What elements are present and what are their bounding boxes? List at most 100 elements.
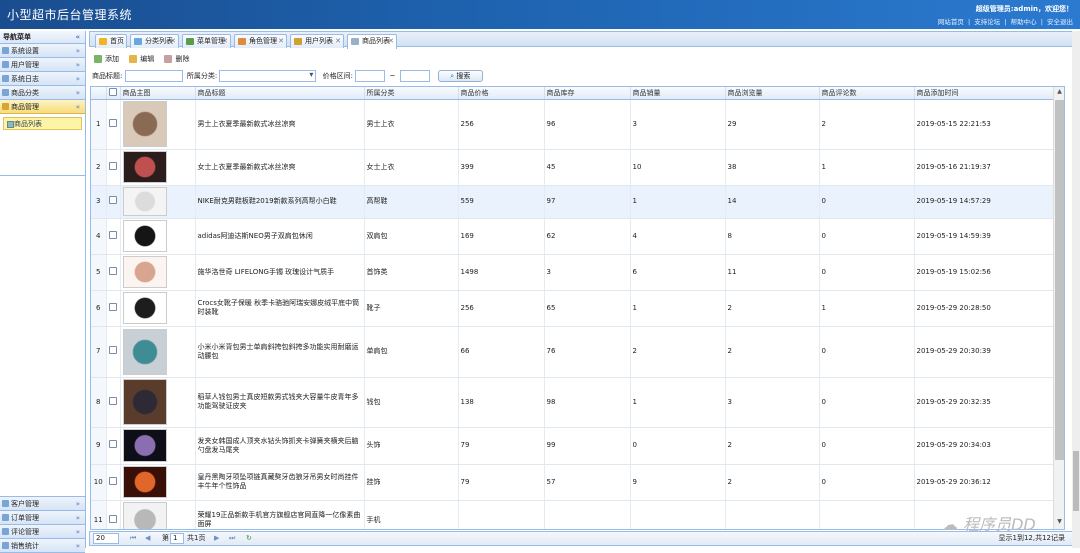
submenu-item-product-list[interactable]: 商品列表 [3, 117, 82, 130]
scroll-down-icon[interactable]: ▼ [1054, 518, 1064, 528]
product-thumbnail [122, 502, 167, 529]
last-page-icon[interactable]: ⏭ [229, 532, 235, 545]
close-icon[interactable]: ✕ [170, 35, 176, 48]
prev-page-icon[interactable]: ◀ [145, 532, 150, 545]
scroll-up-icon[interactable]: ▲ [1054, 88, 1064, 98]
table-row[interactable]: 7 小米小米背包男士单肩斜挎包斜挎多功能实用耐磨运动腰包 单肩包 66 76 2 2 0 201… [91, 326, 1055, 378]
table-row[interactable]: 6 Crocs女靴子保暖 秋季卡骆驰阿瑞安娜皮绒平底中筒时装靴 靴子 256 65 1 2 1… [91, 290, 1055, 327]
sidebar-item-sales-statistics[interactable]: 销售统计 » [0, 539, 85, 553]
row-checkbox[interactable] [109, 346, 117, 354]
page-number-input[interactable]: 1 [170, 533, 184, 544]
row-checkbox[interactable] [109, 440, 117, 448]
sidebar-item-customer-management[interactable]: 客户管理 » [0, 497, 85, 511]
table-row[interactable]: 3 NIKE耐克男鞋板鞋2019新款系列高帮小白鞋 高帮鞋 559 97 1 14 0 2019… [91, 185, 1055, 219]
refresh-icon[interactable]: ↻ [246, 532, 252, 545]
table-row[interactable]: 4 adidas阿迪达斯NEO男子双肩包休闲 双肩包 169 62 4 8 0 2019-05-… [91, 218, 1055, 255]
close-icon[interactable]: ✕ [335, 35, 341, 48]
row-checkbox[interactable] [109, 302, 117, 311]
row-checkbox[interactable] [109, 514, 117, 523]
header-views[interactable]: 商品浏览量 [725, 87, 820, 100]
row-checkbox-cell[interactable] [106, 290, 121, 327]
header-price[interactable]: 商品价格 [458, 87, 545, 100]
scrollbar-thumb[interactable] [1055, 100, 1064, 460]
delete-button[interactable]: 删除 [164, 53, 189, 65]
title-filter-input[interactable] [124, 70, 183, 82]
row-checkbox[interactable] [109, 230, 117, 239]
search-button[interactable]: ⌕ 搜索 [437, 70, 483, 82]
row-checkbox-cell[interactable] [106, 464, 121, 501]
next-page-icon[interactable]: ▶ [214, 532, 219, 545]
close-icon[interactable]: ✕ [388, 35, 394, 48]
row-checkbox[interactable] [109, 118, 117, 127]
close-icon[interactable]: ✕ [222, 35, 228, 48]
header-added-time[interactable]: 商品添加时间 [914, 87, 1055, 100]
row-checkbox-cell[interactable] [106, 149, 121, 186]
sidebar-item-product-category[interactable]: 商品分类 » [0, 86, 85, 100]
cell-title: 荣耀19正品新款手机官方旗舰店官网直降一亿像素曲面屏 [195, 500, 365, 529]
sidebar-item-product-management[interactable]: 商品管理 « [0, 100, 85, 114]
table-row[interactable]: 9 发夹女韩国成人顶夹水钻头饰抓夹卡弹簧夹横夹后脑勺盘发马尾夹 头饰 79 99 0 2 0 2… [91, 427, 1055, 465]
page-scrollbar-thumb[interactable] [1073, 451, 1079, 511]
sidebar-item-system-log[interactable]: 系统日志 » [0, 72, 85, 86]
sidebar-item-order-management[interactable]: 订单管理 » [0, 511, 85, 525]
sidebar-item-user-management[interactable]: 用户管理 » [0, 58, 85, 72]
home-link[interactable]: 网站首页 [938, 18, 964, 26]
table-row[interactable]: 8 稻草人钱包男士真皮短款男式钱夹大容量牛皮青年多功能驾驶证皮夹 钱包 138 98 1 3… [91, 377, 1055, 428]
price-max-input[interactable] [399, 70, 430, 82]
header-category[interactable]: 所属分类 [364, 87, 459, 100]
product-thumbnail [122, 187, 167, 216]
tab-user-list[interactable]: 用户列表 ✕ [290, 34, 344, 48]
row-checkbox-cell[interactable] [106, 185, 121, 219]
cell-stock: 65 [544, 290, 631, 327]
tab-home[interactable]: 首页 [95, 34, 127, 48]
row-checkbox-cell[interactable] [106, 326, 121, 378]
category-filter-select[interactable] [219, 70, 317, 82]
row-checkbox[interactable] [109, 476, 117, 485]
help-link[interactable]: 帮助中心 [1011, 18, 1037, 26]
cell-stock: 98 [544, 377, 631, 428]
page-scrollbar[interactable] [1072, 31, 1080, 548]
row-checkbox-cell[interactable] [106, 99, 121, 150]
add-button[interactable]: 添加 [94, 53, 119, 65]
tab-category-list[interactable]: 分类列表 ✕ [130, 34, 179, 48]
header-checkbox[interactable] [106, 87, 121, 100]
close-icon[interactable]: ✕ [278, 35, 284, 48]
collapse-sidebar-icon[interactable]: « [75, 31, 80, 44]
table-row[interactable]: 5 施华洛世奇 LIFELONG手镯 玫瑰设计气质手 首饰类 1498 3 6 11 0 201… [91, 254, 1055, 291]
table-row[interactable]: 1 男士上衣夏季最新款式冰丝凉爽 男士上衣 256 96 3 29 2 2019-05-15 2… [91, 99, 1055, 150]
edit-button[interactable]: 编辑 [129, 53, 154, 65]
row-checkbox-cell[interactable] [106, 377, 121, 428]
row-checkbox[interactable] [109, 396, 117, 405]
header-title[interactable]: 商品标题 [195, 87, 365, 100]
table-row[interactable]: 10 皇丹黑陶牙项坠项链真藏獒牙齿狼牙吊男女时尚挂件丰牛年个性饰品 挂饰 79 57 9 2… [91, 464, 1055, 501]
select-all-checkbox[interactable] [109, 87, 117, 96]
tab-product-list[interactable]: 商品列表 ✕ [347, 34, 397, 49]
cell-views: 2 [725, 326, 820, 378]
sidebar-item-comment-management[interactable]: 评论管理 » [0, 525, 85, 539]
row-checkbox-cell[interactable] [106, 427, 121, 465]
table-row[interactable]: 11 荣耀19正品新款手机官方旗舰店官网直降一亿像素曲面屏 手机 [91, 500, 1055, 529]
header-sales[interactable]: 商品销量 [630, 87, 726, 100]
page-size-select[interactable]: 20 [93, 533, 119, 544]
row-checkbox-cell[interactable] [106, 218, 121, 255]
sidebar-item-system-settings[interactable]: 系统设置 » [0, 44, 85, 58]
logout-link[interactable]: 安全退出 [1047, 18, 1073, 26]
table-row[interactable]: 2 女士上衣夏季最新款式冰丝凉爽 女士上衣 399 45 10 38 1 2019-05-16 … [91, 149, 1055, 186]
welcome-text: 超级管理员:admin，欢迎您！ [975, 5, 1073, 13]
price-min-input[interactable] [355, 70, 386, 82]
product-thumbnail [122, 429, 167, 462]
row-checkbox[interactable] [109, 196, 117, 204]
forum-link[interactable]: 支持论坛 [974, 18, 1000, 26]
row-checkbox[interactable] [109, 266, 117, 275]
table-scrollbar[interactable]: ▲ ▼ [1053, 87, 1064, 529]
row-checkbox-cell[interactable] [106, 254, 121, 291]
row-checkbox[interactable] [109, 161, 117, 170]
home-icon [99, 38, 107, 45]
header-comments[interactable]: 商品评论数 [819, 87, 915, 100]
row-checkbox-cell[interactable] [106, 500, 121, 529]
tab-role-management[interactable]: 角色管理 ✕ [234, 34, 287, 48]
first-page-icon[interactable]: ⏮ [130, 532, 136, 545]
tab-menu-management[interactable]: 菜单管理 ✕ [182, 34, 231, 48]
header-stock[interactable]: 商品库存 [544, 87, 631, 100]
header-image[interactable]: 商品主图 [120, 87, 196, 100]
